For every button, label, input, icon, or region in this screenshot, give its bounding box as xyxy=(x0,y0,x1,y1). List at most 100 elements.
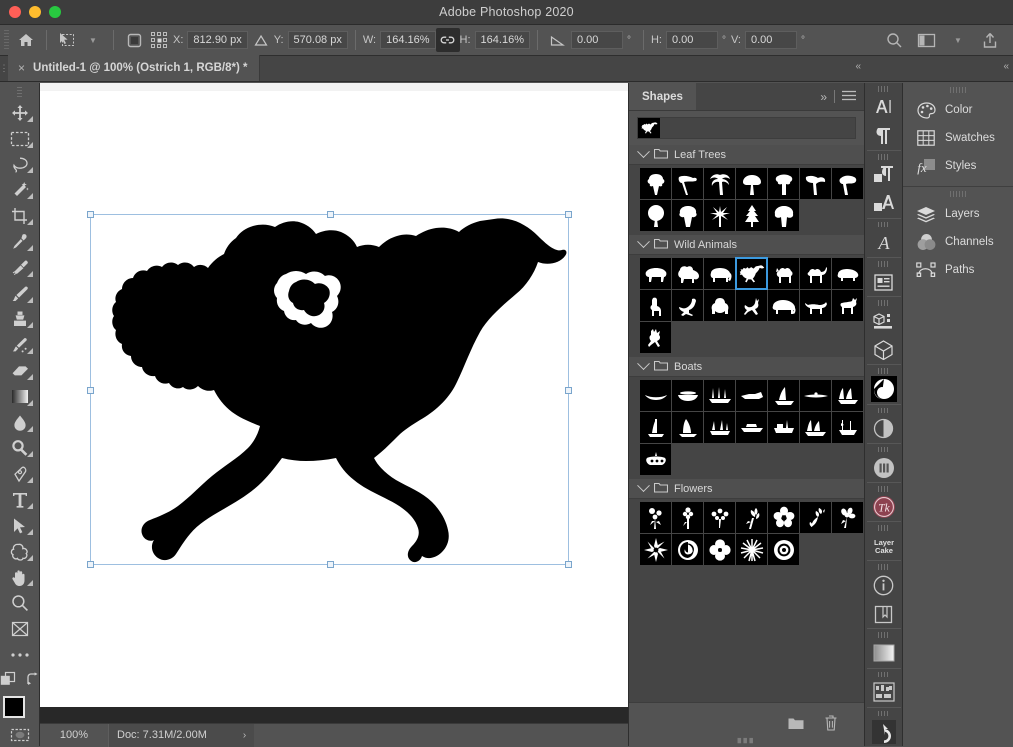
shapes-library-list[interactable]: Leaf Trees Wild Animals xyxy=(629,145,864,702)
info-icon[interactable] xyxy=(869,571,899,600)
move-tool[interactable] xyxy=(4,100,36,126)
document-canvas[interactable] xyxy=(40,91,628,707)
shape-trawler[interactable] xyxy=(768,412,799,443)
skew-h-input[interactable]: 0.00 xyxy=(666,31,718,49)
shape-tree-12[interactable] xyxy=(768,200,799,231)
shape-kayak[interactable] xyxy=(800,380,831,411)
shape-sailboat-2[interactable] xyxy=(640,412,671,443)
panel-item-paths[interactable]: Paths xyxy=(903,256,1013,284)
chevron-down-icon[interactable] xyxy=(637,357,650,370)
shape-tree-bent[interactable] xyxy=(800,168,831,199)
tab-shapes[interactable]: Shapes xyxy=(629,83,696,110)
notes-icon[interactable] xyxy=(869,600,899,629)
transform-handle-bottom-left[interactable] xyxy=(87,561,94,568)
shape-tree-5[interactable] xyxy=(768,168,799,199)
workspace-icon[interactable] xyxy=(911,28,941,52)
history-panel-icon[interactable] xyxy=(869,717,899,746)
rectangular-marquee-tool[interactable] xyxy=(4,126,36,152)
shape-tree-2[interactable] xyxy=(672,168,703,199)
lasso-tool[interactable] xyxy=(4,152,36,178)
shape-tree-broad-1[interactable] xyxy=(736,168,767,199)
rail-grip[interactable] xyxy=(878,261,890,267)
shape-motor-yacht[interactable] xyxy=(736,412,767,443)
height-input[interactable]: 164.16% xyxy=(475,31,530,49)
panel-group-grip[interactable] xyxy=(950,87,966,93)
adjustments-icon[interactable] xyxy=(869,414,899,443)
shape-sailboat-4[interactable] xyxy=(800,412,831,443)
shape-zinnia[interactable] xyxy=(768,534,799,565)
expand-panel-icon[interactable]: » xyxy=(820,90,827,104)
new-folder-icon[interactable] xyxy=(788,717,804,733)
gradient-tool[interactable] xyxy=(4,384,36,410)
rail-grip[interactable] xyxy=(878,86,890,92)
search-icon[interactable] xyxy=(879,28,909,52)
shape-grid-leaf-trees[interactable] xyxy=(629,165,864,235)
shape-speedboat[interactable] xyxy=(736,380,767,411)
shape-group-header-wild-animals[interactable]: Wild Animals xyxy=(629,235,864,255)
hand-tool[interactable] xyxy=(4,565,36,591)
color-swatches[interactable] xyxy=(3,696,37,724)
rail-grip[interactable] xyxy=(878,447,890,453)
zoom-level[interactable]: 100% xyxy=(40,729,108,741)
shape-poppy[interactable] xyxy=(704,534,735,565)
ostrich-thumbnail[interactable] xyxy=(638,118,660,138)
3d-panel-icon[interactable] xyxy=(869,307,899,336)
shape-group-header-leaf-trees[interactable]: Leaf Trees xyxy=(629,145,864,165)
options-bar-grip[interactable] xyxy=(4,30,9,50)
gradient-panel-icon[interactable] xyxy=(869,639,899,668)
shape-grid-flowers[interactable] xyxy=(629,499,864,569)
shape-iris[interactable] xyxy=(800,502,831,533)
brush-tool[interactable] xyxy=(4,281,36,307)
rail-grip[interactable] xyxy=(878,672,890,678)
layer-cake-icon[interactable]: LayerCake xyxy=(869,532,899,561)
zoom-tool[interactable] xyxy=(4,590,36,616)
transform-handle-middle-left[interactable] xyxy=(87,387,94,394)
status-expand-icon[interactable]: › xyxy=(243,730,246,741)
properties-icon[interactable] xyxy=(869,453,899,482)
panel-group-grip[interactable] xyxy=(950,191,966,197)
shape-mast-boat[interactable] xyxy=(832,412,863,443)
document-info[interactable]: Doc: 7.31M/2.00M › xyxy=(108,724,254,747)
shape-giraffe[interactable] xyxy=(640,290,671,321)
shape-grid-boats[interactable] xyxy=(629,377,864,479)
shape-bear[interactable] xyxy=(640,258,671,289)
shape-conifer[interactable] xyxy=(736,200,767,231)
rotation-input[interactable]: 0.00 xyxy=(571,31,623,49)
shape-aster[interactable] xyxy=(736,534,767,565)
transform-selection-box[interactable] xyxy=(90,214,569,565)
rail-grip[interactable] xyxy=(878,154,890,160)
foreground-color-swatch[interactable] xyxy=(3,696,25,718)
paragraph-styles-icon[interactable] xyxy=(869,161,899,190)
relative-position-icon[interactable] xyxy=(248,28,274,52)
link-icon[interactable] xyxy=(436,28,460,52)
shape-orchid[interactable] xyxy=(832,502,863,533)
close-icon[interactable]: × xyxy=(18,62,25,74)
shape-camel-1[interactable] xyxy=(768,258,799,289)
shape-wolf[interactable] xyxy=(800,290,831,321)
document-tab[interactable]: × Untitled-1 @ 100% (Ostrich 1, RGB/8*) … xyxy=(8,55,260,81)
rail-grip[interactable] xyxy=(878,368,890,374)
dodge-tool[interactable] xyxy=(4,436,36,462)
shape-elephant-2[interactable] xyxy=(768,290,799,321)
shape-blossom-5petal[interactable] xyxy=(768,502,799,533)
shape-gorilla[interactable] xyxy=(704,290,735,321)
shape-hippo[interactable] xyxy=(832,258,863,289)
path-selection-tool-icon[interactable] xyxy=(54,28,80,52)
shape-kangaroo[interactable] xyxy=(672,290,703,321)
shape-moose[interactable] xyxy=(832,290,863,321)
shape-ketch[interactable] xyxy=(704,412,735,443)
3d-cube-icon[interactable] xyxy=(869,336,899,365)
shapes-panel-collapse-icon[interactable]: « xyxy=(855,61,860,72)
reference-point-grid[interactable] xyxy=(147,28,173,52)
rail-grip[interactable] xyxy=(878,408,890,414)
glyphs-icon[interactable]: A xyxy=(869,228,899,257)
shape-tree-1[interactable] xyxy=(640,168,671,199)
shape-rose[interactable] xyxy=(672,534,703,565)
shape-rowboat[interactable] xyxy=(672,380,703,411)
width-input[interactable]: 164.16% xyxy=(380,31,435,49)
edit-toolbar-ellipsis[interactable] xyxy=(4,642,36,668)
shape-group-header-boats[interactable]: Boats xyxy=(629,357,864,377)
shape-tree-round[interactable] xyxy=(640,200,671,231)
chevron-down-icon[interactable] xyxy=(637,235,650,248)
chevron-down-icon[interactable] xyxy=(637,479,650,492)
